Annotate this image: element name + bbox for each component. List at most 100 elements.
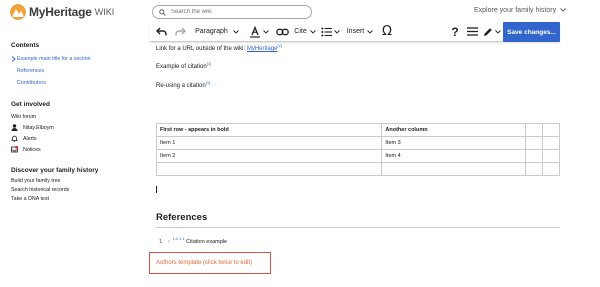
logo-suffix: WIKI (94, 7, 115, 17)
help-icon: ? (451, 24, 459, 39)
chevron-down-icon (263, 29, 269, 34)
logo-text: MyHeritage (29, 5, 92, 19)
link-button[interactable] (272, 22, 292, 42)
chevron-down-icon (495, 29, 501, 34)
page-options-button[interactable] (462, 22, 482, 42)
table-cell[interactable]: Item 2 (155, 149, 383, 163)
dna-test-link[interactable]: Take a DNA test (11, 196, 49, 202)
table-cell[interactable]: Item 4 (381, 149, 527, 163)
authors-template-label: Authors template (click twice to edit) (156, 260, 253, 266)
citation-text: Example of citation (156, 64, 207, 70)
chevron-down-icon (309, 29, 316, 34)
link-paragraph-text: Link for a URL outside of the wiki: (156, 46, 247, 52)
omega-icon: Ω (382, 24, 392, 39)
editor-toolbar: Paragraph Cite Insert Ω ? Save changes..… (150, 22, 560, 42)
reference-list-item: 1. ↑1.0 1.1 Citation example (159, 236, 227, 245)
insert-dropdown[interactable]: Insert (342, 22, 378, 42)
external-link-paragraph: Link for a URL outside of the wiki: MyHe… (156, 43, 282, 52)
backlink-arrow[interactable]: ↑ (168, 239, 171, 245)
table-cell[interactable] (542, 149, 560, 163)
wiki-forum-link[interactable]: Wiki forum (11, 114, 36, 120)
toc-item-references[interactable]: References (17, 68, 44, 74)
build-tree-link[interactable]: Build your family tree (11, 178, 60, 184)
text-style-icon (249, 25, 261, 38)
chevron-down-icon (560, 7, 566, 14)
paragraph-format-dropdown[interactable]: Paragraph (188, 22, 246, 42)
list-dropdown[interactable] (318, 22, 342, 42)
table-cell[interactable] (525, 149, 544, 163)
table-cell[interactable]: First row - appears in bold (155, 123, 383, 137)
text-style-dropdown[interactable] (246, 22, 272, 42)
link-footnote[interactable]: [2] (278, 43, 282, 48)
chevron-down-icon (233, 29, 239, 34)
table-cell[interactable] (381, 162, 527, 176)
heading-divider (156, 227, 560, 228)
site-header: MyHeritage WIKI Explore your family hist… (0, 0, 600, 24)
myheritage-logo[interactable]: MyHeritage WIKI (10, 4, 114, 20)
discover-heading: Discover your family history (11, 167, 99, 174)
search-icon (159, 3, 166, 21)
search-input[interactable] (171, 9, 291, 15)
contents-heading: Contents (11, 42, 40, 49)
reusing-citation-footnote[interactable]: [1] (206, 80, 210, 85)
authors-template-block[interactable]: Authors template (click twice to edit) (149, 252, 271, 274)
table-row (155, 162, 560, 176)
explore-label: Explore your family history (474, 7, 557, 14)
user-icon (11, 124, 18, 131)
table-cell[interactable] (525, 162, 544, 176)
table-cell[interactable]: Another column (381, 123, 527, 137)
table-cell[interactable] (542, 123, 560, 137)
menu-icon (466, 27, 478, 36)
special-character-button[interactable]: Ω (378, 22, 396, 42)
link-icon (275, 28, 289, 36)
edit-mode-dropdown[interactable] (482, 22, 502, 42)
toc-item-main-title[interactable]: Example main title for a section (17, 56, 91, 62)
bell-icon (11, 135, 18, 142)
get-involved-heading: Get involved (11, 101, 51, 108)
redo-button[interactable] (172, 22, 188, 42)
pencil-icon (483, 27, 493, 37)
table-cell[interactable]: Item 1 (155, 136, 383, 150)
paragraph-label: Paragraph (195, 28, 228, 35)
citation-paragraph: Example of citation[1] (156, 61, 211, 70)
table-row: Item 1 Item 3 (155, 136, 560, 150)
cite-label: Cite (294, 28, 307, 35)
tray-icon (11, 146, 18, 153)
undo-button[interactable] (150, 22, 172, 42)
toc-item-contributors[interactable]: Contributors (17, 80, 46, 86)
reusing-citation-paragraph: Re-using a citation[1] (156, 80, 210, 89)
alerts-link[interactable]: Alerts (23, 136, 37, 142)
notices-link[interactable]: Notices (23, 147, 41, 153)
save-changes-button[interactable]: Save changes... (503, 22, 560, 42)
explore-menu[interactable]: Explore your family history (474, 7, 566, 14)
bulleted-list-icon (320, 27, 332, 37)
reference-number: 1. (159, 238, 164, 245)
redo-icon (174, 27, 186, 36)
search-records-link[interactable]: Search historical records (11, 187, 69, 193)
table-cell[interactable] (542, 136, 560, 150)
table-cell[interactable] (525, 123, 544, 137)
citation-footnote[interactable]: [1] (207, 61, 211, 66)
table-cell[interactable] (155, 162, 383, 176)
myheritage-external-link[interactable]: MyHeritage (247, 46, 278, 52)
table-row: First row - appears in bold Another colu… (155, 123, 560, 137)
reference-backlinks[interactable]: 1.0 1.1 (172, 236, 184, 241)
references-heading: References (156, 212, 208, 223)
search-box[interactable] (152, 5, 312, 19)
cite-button[interactable]: Cite (292, 22, 318, 42)
chevron-down-icon (333, 29, 340, 34)
undo-icon (155, 27, 167, 36)
table-cell[interactable] (542, 162, 560, 176)
table-cell[interactable] (525, 136, 544, 150)
table-cell[interactable]: Item 3 (381, 136, 527, 150)
text-cursor (156, 186, 157, 193)
user-name-link[interactable]: Nitay.Elboym (23, 125, 54, 131)
insert-label: Insert (346, 28, 365, 35)
chevron-down-icon (367, 29, 374, 34)
reference-text: Citation example (186, 238, 228, 245)
myheritage-logo-icon (10, 4, 26, 20)
reusing-citation-text: Re-using a citation (156, 83, 206, 89)
wiki-table[interactable]: First row - appears in bold Another colu… (155, 123, 560, 176)
help-button[interactable]: ? (448, 22, 462, 42)
